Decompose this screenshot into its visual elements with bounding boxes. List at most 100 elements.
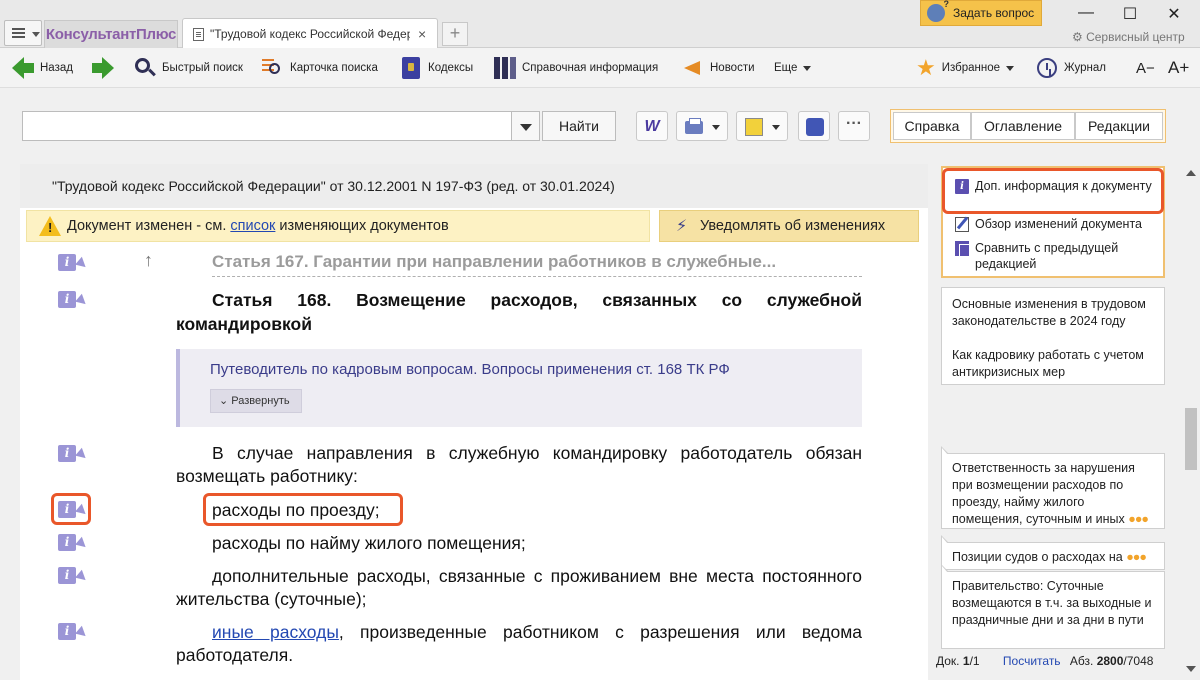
search-card-button[interactable]: Карточка поиска (262, 56, 378, 80)
edit-document-icon (955, 217, 969, 232)
doc-current: 1 (962, 654, 970, 668)
search-card-icon (262, 57, 284, 79)
doc-label: Док. (936, 654, 960, 668)
scroll-down-icon[interactable] (1186, 666, 1196, 672)
minimize-button[interactable]: — (1076, 4, 1096, 22)
more-tools-button[interactable]: ··· (838, 111, 870, 141)
guide-block: Путеводитель по кадровым вопросам. Вопро… (176, 349, 862, 427)
tab-document[interactable]: "Трудовой кодекс Российской Федер × (182, 18, 438, 49)
font-increase-button[interactable]: A+ (1168, 56, 1189, 80)
main-toolbar: Назад Быстрый поиск Карточка поиска Коде… (0, 48, 1200, 88)
service-center-link[interactable]: ⚙ Сервисный центр (1072, 30, 1185, 44)
notice-suffix: изменяющих документов (275, 218, 449, 234)
paragraph-intro: В случае направления в служебную команди… (176, 443, 862, 486)
article-title: Статья 168. Возмещение расходов, связанн… (176, 290, 862, 334)
ask-question-button[interactable]: Задать вопрос (920, 0, 1042, 26)
tab-title: "Трудовой кодекс Российской Федер (210, 27, 410, 41)
favorites-label: Избранное (941, 62, 1001, 74)
service-gear-icon: ⚙ (1072, 30, 1087, 44)
vertical-scrollbar[interactable] (1182, 164, 1200, 680)
tab-help[interactable]: Справка (893, 112, 971, 140)
expand-button[interactable]: ⌄ Развернуть (210, 389, 302, 413)
warning-icon (39, 216, 61, 236)
font-decrease-button[interactable]: A− (1136, 56, 1155, 80)
back-label: Назад (40, 62, 73, 74)
tab-strip: КонсультантПлюс "Трудовой кодекс Российс… (0, 0, 1200, 49)
document-header: "Трудовой кодекс Российской Федерации" о… (20, 164, 928, 208)
codes-button[interactable]: Кодексы (400, 56, 473, 80)
paragraph-total: /7048 (1123, 654, 1154, 668)
tab-editions[interactable]: Редакции (1075, 112, 1163, 140)
highlight-box-info-icon (51, 493, 91, 525)
info-icon[interactable]: i (58, 567, 86, 585)
journal-button[interactable]: Журнал (1036, 56, 1106, 80)
compare-edition-link[interactable]: Сравнить с предыдущей редакцией (955, 240, 1155, 272)
search-history-dropdown[interactable] (512, 111, 540, 141)
changing-docs-link[interactable]: список (230, 218, 275, 234)
comment-card[interactable]: Ответственность за нарушения при возмеще… (941, 446, 1165, 529)
find-button[interactable]: Найти (542, 111, 616, 141)
paragraph-daily-allowance: дополнительные расходы, связанные с прож… (176, 566, 862, 609)
chat-icon (806, 118, 824, 136)
print-button[interactable] (676, 111, 728, 141)
paragraph-current: 2800 (1096, 654, 1124, 668)
comment-text: Ответственность за нарушения при возмеще… (952, 461, 1135, 526)
tab-contents[interactable]: Оглавление (971, 112, 1075, 140)
scrollbar-thumb[interactable] (1185, 408, 1197, 470)
back-button[interactable]: Назад (12, 56, 73, 80)
notify-changes-button[interactable]: ⚡ Уведомлять об изменениях (659, 210, 919, 242)
other-expenses-link[interactable]: иные расходы (212, 622, 339, 642)
chevron-down-icon (1006, 65, 1015, 71)
close-tab-icon[interactable]: × (418, 26, 426, 42)
related-link[interactable]: Основные изменения в трудовом законодате… (952, 296, 1154, 330)
info-icon[interactable]: i (58, 445, 86, 463)
info-icon[interactable]: i (58, 534, 86, 552)
highlight-button[interactable] (736, 111, 788, 141)
new-tab-button[interactable]: + (442, 22, 468, 46)
search-icon (134, 57, 156, 79)
comment-card[interactable]: Правительство: Суточные возмещаются в т.… (941, 564, 1165, 649)
info-icon[interactable]: i (58, 291, 86, 309)
guide-link[interactable]: Путеводитель по кадровым вопросам. Вопро… (210, 361, 730, 378)
related-link[interactable]: Как кадровику работать с учетом антикриз… (952, 347, 1154, 381)
brand-logo-tab[interactable]: КонсультантПлюс (44, 20, 178, 48)
highlight-box-additional-info (942, 168, 1164, 214)
codes-book-icon (400, 57, 422, 79)
changes-overview-link[interactable]: Обзор изменений документа (955, 216, 1155, 232)
search-input[interactable] (22, 111, 512, 141)
close-window-button[interactable]: ✕ (1164, 4, 1184, 24)
news-button[interactable]: Новости (682, 56, 755, 80)
main-menu-button[interactable] (4, 20, 42, 46)
quick-search-button[interactable]: Быстрый поиск (134, 56, 243, 80)
service-center-label: Сервисный центр (1086, 30, 1185, 44)
compare-edition-label: Сравнить с предыдущей редакцией (975, 241, 1119, 271)
paragraph-label: Абз. (1069, 654, 1094, 668)
info-icon[interactable]: i (58, 623, 86, 641)
scroll-up-icon[interactable] (1186, 170, 1196, 176)
star-icon: ★ (916, 55, 936, 80)
search-row: Найти W ··· Справка Оглавление Редакции (0, 89, 1200, 163)
word-icon: W (644, 118, 660, 135)
reference-info-button[interactable]: Справочная информация (494, 56, 658, 80)
maximize-button[interactable]: ☐ (1120, 4, 1140, 24)
comments-button[interactable] (798, 111, 830, 141)
favorites-button[interactable]: ★ Избранное (916, 55, 1015, 80)
count-link[interactable]: Посчитать (1003, 654, 1061, 668)
comment-text: Позиции судов о расходах на (952, 550, 1123, 564)
right-panel: i Доп. информация к документу Обзор изме… (936, 164, 1180, 680)
ask-question-label: Задать вопрос (953, 6, 1035, 20)
highlight-box-travel-expenses (203, 493, 403, 526)
forward-button[interactable] (92, 56, 120, 80)
info-icon[interactable]: i (58, 254, 86, 272)
word-export-button[interactable]: W (636, 111, 668, 141)
chevron-down-icon: ⌄ (219, 395, 232, 407)
document-icon (193, 27, 204, 41)
more-menu-button[interactable]: Еще (774, 56, 812, 80)
previous-article-link[interactable]: Статья 167. Гарантии при направлении раб… (212, 252, 862, 277)
chevron-down-icon (803, 65, 812, 71)
status-bar: Док. 1/1 Посчитать Абз. 2800/7048 (936, 654, 1180, 676)
highlighter-icon (745, 118, 763, 136)
search-card-label: Карточка поиска (290, 62, 378, 74)
scroll-up-arrow-icon[interactable]: ↑ (144, 250, 153, 271)
comment-card[interactable]: Позиции судов о расходах на ●●● (941, 535, 1165, 570)
